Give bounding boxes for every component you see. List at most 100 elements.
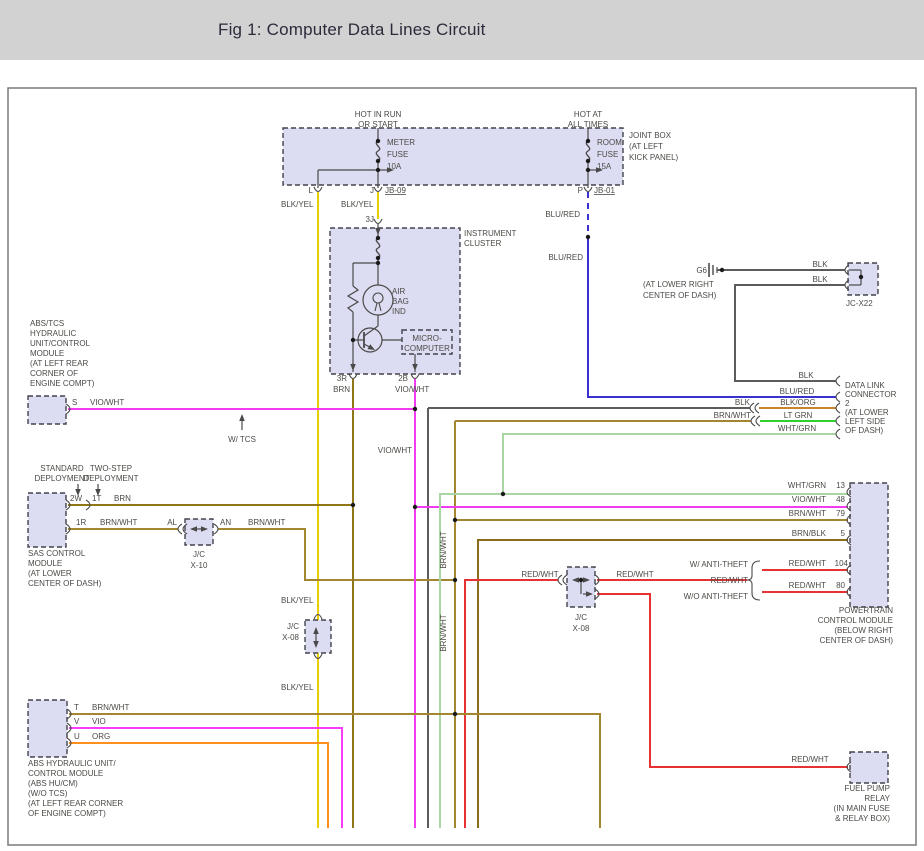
diagram-label: RED/WHT [789, 559, 826, 568]
diagram-label: BRN/WHT [439, 614, 448, 651]
junction-dot [586, 235, 590, 239]
junction-dot [586, 168, 590, 172]
junction-dot [413, 407, 417, 411]
computer-data-lines-circuit-diagram: HOT IN RUNOR STARTHOT ATALL TIMESMETERFU… [0, 0, 924, 851]
diagram-label: RED/WHT [711, 576, 748, 585]
diagram-label: OF ENGINE COMPT) [28, 809, 106, 818]
wiring-diagram-page: Fig 1: Computer Data Lines Circuit HOT I… [0, 0, 924, 851]
diagram-label: CLUSTER [464, 239, 502, 248]
diagram-label: CENTER OF DASH) [820, 636, 894, 645]
connector-arc-icon [836, 376, 840, 386]
diagram-label: CONNECTOR [845, 390, 897, 399]
diagram-label: RED/WHT [789, 581, 826, 590]
diagram-label: & RELAY BOX) [835, 814, 890, 823]
diagram-label: BAG [392, 297, 409, 306]
junction-connector-x10 [185, 519, 213, 545]
wire-red_wht [597, 594, 848, 767]
diagram-label: TWO-STEP [90, 464, 132, 473]
diagram-label: HOT AT [574, 110, 602, 119]
junction-dot [859, 275, 863, 279]
junction-dot [376, 261, 380, 265]
diagram-label: BLK/YEL [341, 200, 374, 209]
diagram-label: WHT/GRN [778, 424, 816, 433]
diagram-label: ALL TIMES [568, 120, 608, 129]
connector-arc-icon [836, 429, 840, 439]
junction-dot [453, 578, 457, 582]
connector-arc-icon [374, 219, 382, 224]
diagram-label: W/ TCS [228, 435, 256, 444]
diagram-label: VIO/WHT [90, 398, 124, 407]
diagram-label: 48 [836, 495, 845, 504]
diagram-label: BRN/WHT [714, 411, 751, 420]
diagram-label: JC-X22 [846, 299, 873, 308]
junction-dot [586, 159, 590, 163]
diagram-label: (AT LEFT [629, 142, 663, 151]
diagram-label: METER [387, 138, 415, 147]
diagram-label: RED/WHT [791, 755, 828, 764]
connector-arc-icon [836, 416, 840, 426]
wire-blk [735, 285, 845, 381]
diagram-label: CORNER OF [30, 369, 78, 378]
abs-tcs-module [28, 396, 66, 424]
diagram-label: VIO/WHT [378, 446, 412, 455]
diagram-label: BLK/YEL [281, 596, 314, 605]
diagram-label: X-10 [191, 561, 208, 570]
diagram-label: ORG [92, 732, 110, 741]
diagram-label: BRN/WHT [789, 509, 826, 518]
diagram-label: DEPLOYMENT [34, 474, 89, 483]
sas-control-module [28, 493, 66, 547]
diagram-label: BLK [812, 275, 828, 284]
wire-brn_wht [69, 714, 600, 828]
diagram-label: (BELOW RIGHT [834, 626, 893, 635]
diagram-label: (AT LEFT REAR CORNER [28, 799, 123, 808]
diagram-label: BRN/WHT [248, 518, 285, 527]
diagram-label: BLK/YEL [281, 683, 314, 692]
diagram-label: BLU/RED [548, 253, 583, 262]
diagram-label: 10A [387, 162, 402, 171]
diagram-label: 80 [836, 581, 845, 590]
diagram-label: 1T [92, 494, 101, 503]
diagram-label: 104 [835, 559, 849, 568]
connector-arc-icon [836, 403, 840, 413]
diagram-label: (AT LOWER [845, 408, 889, 417]
diagram-label: BRN/BLK [792, 529, 827, 538]
diagram-label: W/O ANTI-THEFT [684, 592, 749, 601]
diagram-label: X-08 [282, 633, 299, 642]
diagram-label: (AT LOWER [28, 569, 72, 578]
diagram-label: UNIT/CONTROL [30, 339, 91, 348]
diagram-label: BLK [798, 371, 814, 380]
junction-dot [586, 139, 590, 143]
diagram-label: COMPUTER [404, 344, 450, 353]
diagram-label: (ABS HU/CM) [28, 779, 78, 788]
diagram-label: DATA LINK [845, 381, 885, 390]
diagram-label: OF DASH) [845, 426, 884, 435]
junction-dot [501, 492, 505, 496]
junction-dot [376, 236, 380, 240]
diagram-label: (IN MAIN FUSE [834, 804, 890, 813]
diagram-label: AN [220, 518, 231, 527]
diagram-label: (W/O TCS) [28, 789, 68, 798]
diagram-label: JB-09 [385, 186, 406, 195]
diagram-label: 1R [76, 518, 86, 527]
connector-arc-icon [755, 403, 759, 413]
diagram-label: 13 [836, 481, 845, 490]
fuel-pump-relay [850, 752, 888, 783]
diagram-label: U [74, 732, 80, 741]
diagram-label: L [309, 186, 314, 195]
diagram-label: 2B [398, 374, 408, 383]
diagram-label: FUEL PUMP [845, 784, 891, 793]
diagram-label: CENTER OF DASH) [643, 291, 717, 300]
connector-arc-icon [756, 416, 760, 426]
diagram-label: OR START [358, 120, 398, 129]
diagram-label: BLU/RED [780, 387, 815, 396]
diagram-label: LT GRN [784, 411, 813, 420]
diagram-label: FUSE [387, 150, 408, 159]
connector-arc-icon [751, 416, 755, 426]
diagram-label: 5 [841, 529, 846, 538]
abs-hydraulic-module [28, 700, 67, 757]
diagram-label: CONTROL MODULE [28, 769, 103, 778]
diagram-label: W/ ANTI-THEFT [690, 560, 748, 569]
wire-wht_grn [503, 434, 836, 494]
junction-dot [413, 505, 417, 509]
diagram-label: G6 [696, 266, 707, 275]
